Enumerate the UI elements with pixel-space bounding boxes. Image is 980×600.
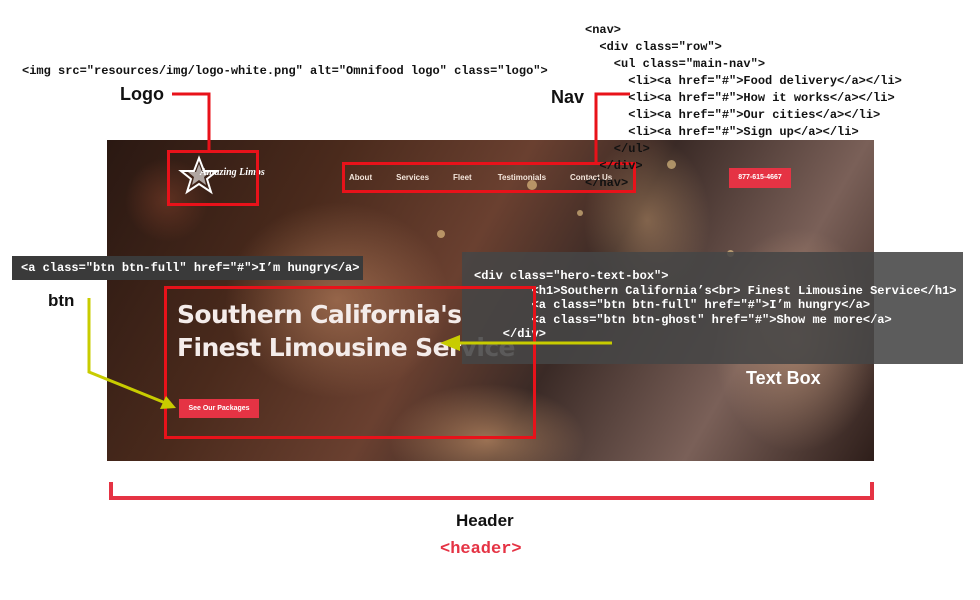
nav-code-line: <nav> [585, 23, 622, 37]
nav-label: Nav [551, 87, 585, 107]
logo-highlight-box [167, 150, 259, 206]
text-box-code-line: <div class="hero-text-box"> [474, 269, 669, 283]
nav-code-line: <li><a href="#">Food delivery</a></li> [585, 74, 902, 88]
text-box-code-line: </div> [474, 327, 547, 341]
nav-code-line: <li><a href="#">How it works</a></li> [585, 91, 895, 105]
text-box-code-snippet: <div class="hero-text-box"> <h1>Southern… [462, 252, 963, 364]
bokeh-light [437, 230, 445, 238]
nav-code-line: <div class="row"> [585, 40, 722, 54]
text-box-code-line: <a class="btn btn-full" href="#">I’m hun… [474, 298, 871, 312]
header-bracket [109, 482, 874, 500]
text-box-code-line: <a class="btn btn-ghost" href="#">Show m… [474, 312, 892, 327]
text-box-highlight-box [164, 286, 536, 439]
btn-code-snippet: <a class="btn btn-full" href="#">I’m hun… [12, 256, 363, 280]
nav-code-line: </ul> [585, 142, 650, 156]
header-label: Header [456, 511, 514, 530]
nav-code-line: </nav> [585, 176, 629, 190]
bokeh-light [577, 210, 583, 216]
btn-label: btn [48, 291, 75, 310]
text-box-code-line: <h1>Southern California’s<br> Finest Lim… [474, 283, 957, 298]
nav-code-line: </div> [585, 159, 643, 173]
logo-label: Logo [120, 84, 164, 104]
logo-code-snippet: <img src="resources/img/logo-white.png" … [22, 64, 548, 78]
text-box-label: Text Box [746, 368, 821, 388]
nav-code-snippet: <nav> <div class="row"> <ul class="main-… [585, 22, 902, 192]
nav-code-line: <li><a href="#">Sign up</a></li> [585, 125, 859, 139]
header-tag-label: <header> [440, 540, 522, 559]
nav-code-line: <li><a href="#">Our cities</a></li> [585, 108, 881, 122]
nav-code-line: <ul class="main-nav"> [585, 57, 766, 71]
